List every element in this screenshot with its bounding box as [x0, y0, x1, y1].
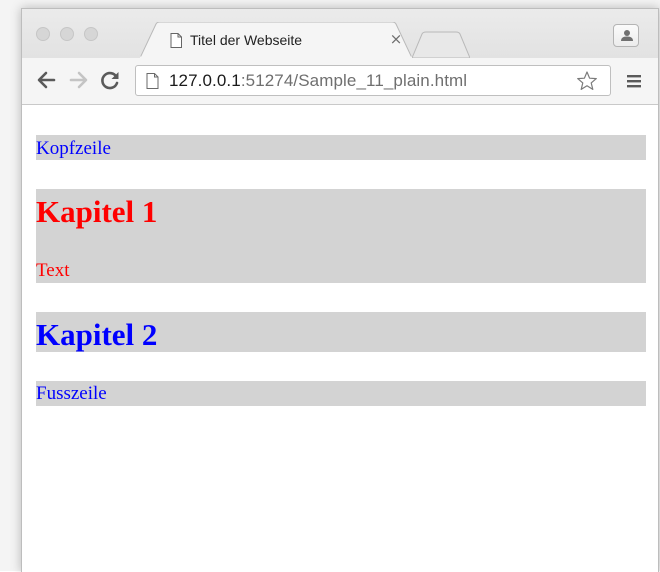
footer-text: Fusszeile: [36, 383, 107, 404]
arrow-left-icon: [37, 71, 56, 89]
person-icon: [621, 30, 633, 41]
footer-block: Fusszeile: [36, 381, 646, 406]
arrow-right-icon: [69, 71, 88, 89]
toolbar: 127.0.0.1:51274/Sample_11_plain.html: [22, 58, 658, 105]
tab-strip: Titel der Webseite ×: [22, 9, 658, 59]
chapter-2-heading: Kapitel 2: [36, 317, 158, 352]
address-bar[interactable]: 127.0.0.1:51274/Sample_11_plain.html: [135, 65, 611, 96]
chapter-1-block: Kapitel 1 Text: [36, 189, 646, 283]
page-icon: [146, 73, 159, 94]
chapter-1-heading: Kapitel 1: [36, 194, 158, 229]
url-text: 127.0.0.1:51274/Sample_11_plain.html: [169, 71, 467, 91]
header-block: Kopfzeile: [36, 135, 646, 160]
close-window-button[interactable]: [36, 27, 50, 41]
tab-active[interactable]: Titel der Webseite ×: [140, 22, 412, 58]
tab-close-icon[interactable]: ×: [388, 30, 404, 48]
url-host: 127.0.0.1: [169, 71, 241, 90]
reload-icon: [101, 71, 119, 90]
reload-button[interactable]: [99, 69, 121, 91]
chapter-1-text: Text: [36, 260, 70, 281]
profile-button[interactable]: [613, 24, 639, 47]
new-tab-button[interactable]: [411, 31, 471, 59]
back-button[interactable]: [35, 69, 57, 91]
header-text: Kopfzeile: [36, 138, 111, 159]
hamburger-menu-icon[interactable]: [625, 72, 643, 90]
minimize-window-button[interactable]: [60, 27, 74, 41]
tab-title: Titel der Webseite: [190, 32, 303, 48]
chapter-2-block: Kapitel 2: [36, 312, 646, 352]
url-path: :51274/Sample_11_plain.html: [240, 71, 468, 90]
browser-window: Titel der Webseite × 127.0.0.1:51274/Sam…: [21, 8, 659, 572]
page-content: Kopfzeile Kapitel 1 Text Kapitel 2 Fussz…: [22, 105, 658, 572]
zoom-window-button[interactable]: [84, 27, 98, 41]
forward-button[interactable]: [68, 69, 90, 91]
star-icon[interactable]: [576, 70, 598, 97]
